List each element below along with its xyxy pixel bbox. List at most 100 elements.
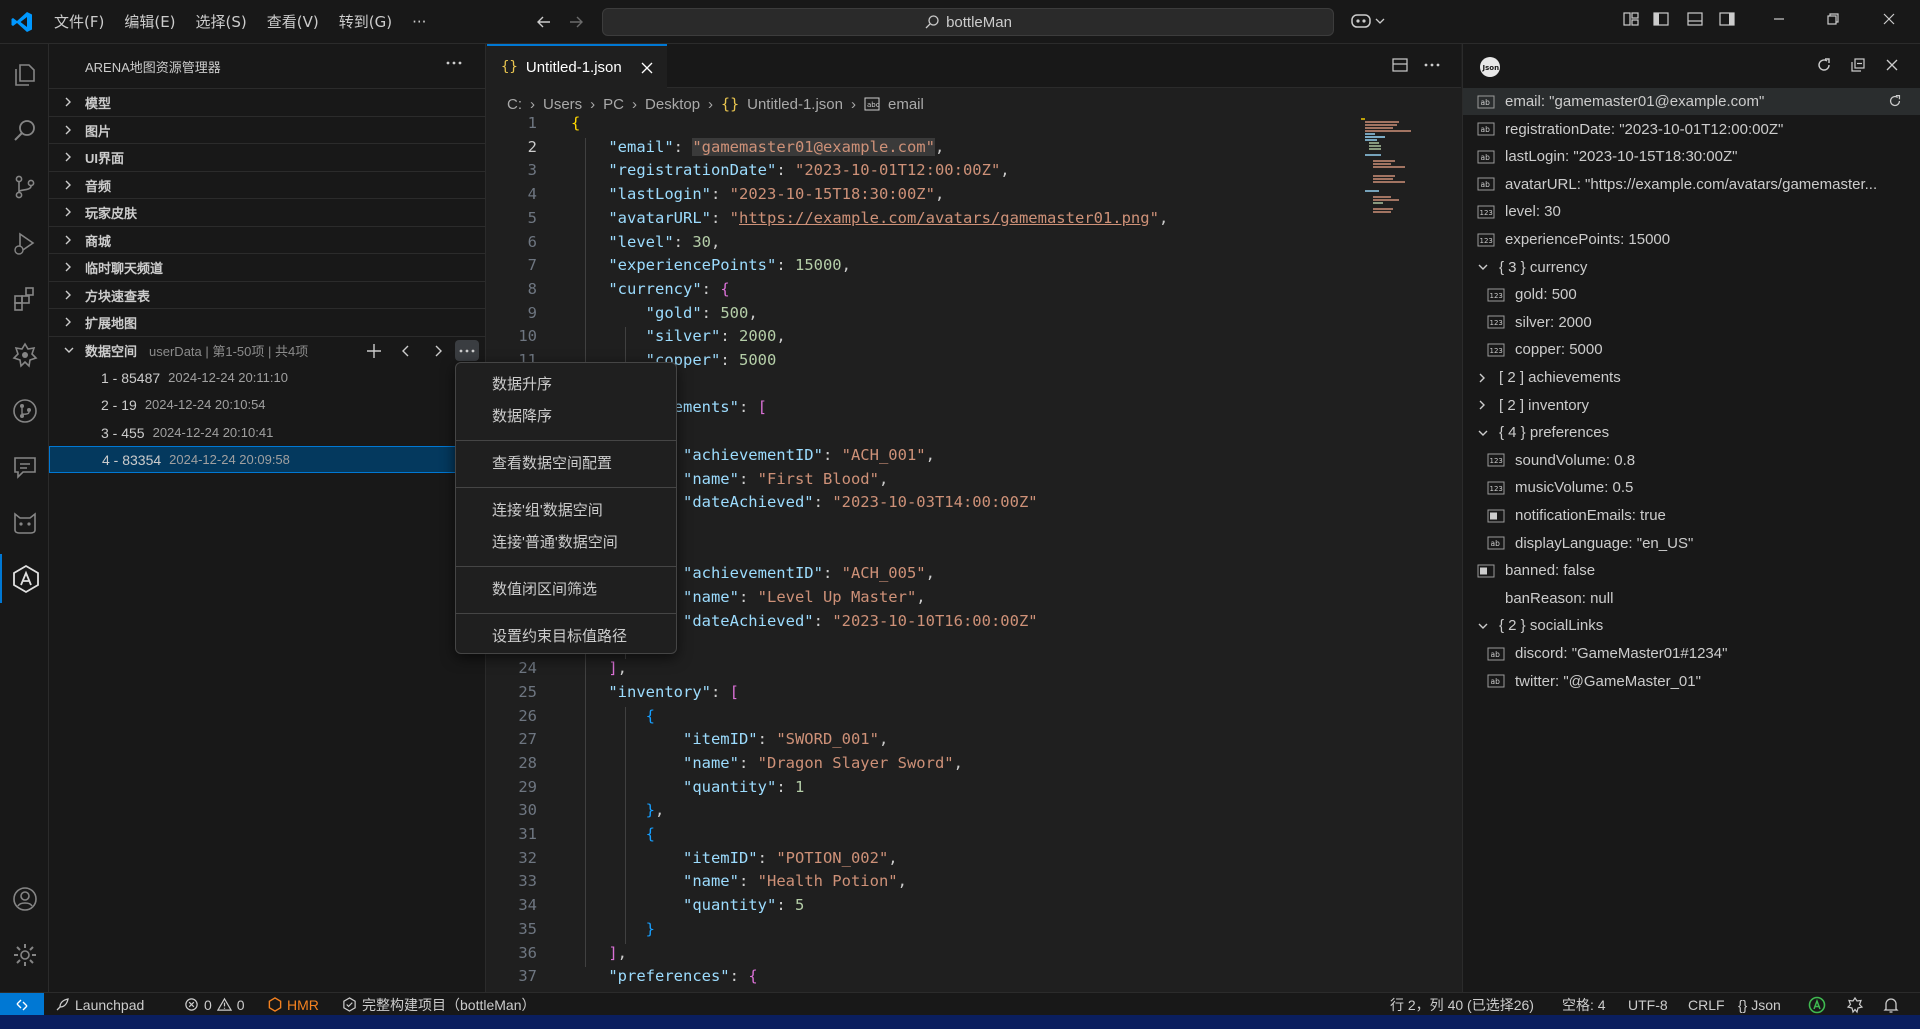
section-extended-maps[interactable]: 扩展地图 bbox=[49, 308, 486, 335]
git-graph-icon[interactable] bbox=[0, 386, 49, 435]
tree-row[interactable]: { 3 } currency bbox=[1463, 254, 1920, 281]
close-window-icon[interactable] bbox=[1880, 10, 1902, 32]
tree-row[interactable]: 123 soundVolume: 0.8 bbox=[1463, 447, 1920, 474]
row-refresh-icon[interactable] bbox=[1887, 93, 1903, 109]
menu-item-sort-desc[interactable]: 数据降序 bbox=[456, 401, 676, 433]
account-icon[interactable] bbox=[0, 874, 49, 923]
editor-more-icon[interactable] bbox=[1423, 56, 1441, 74]
chat-icon[interactable] bbox=[0, 442, 49, 491]
hmr-item[interactable]: HMR bbox=[268, 993, 319, 1016]
tree-row[interactable]: ab email: "gamemaster01@example.com" bbox=[1463, 88, 1920, 115]
menu-item-constraint-path[interactable]: 设置约束目标值路径 bbox=[456, 621, 676, 653]
section-player-skins[interactable]: 玩家皮肤 bbox=[49, 198, 486, 225]
source-control-icon[interactable] bbox=[0, 162, 49, 211]
tree-row[interactable]: banReason: null bbox=[1463, 585, 1920, 612]
tree-row[interactable]: { 2 } socialLinks bbox=[1463, 612, 1920, 639]
arena-status-icon[interactable] bbox=[1808, 993, 1826, 1016]
indentation[interactable]: 空格: 4 bbox=[1562, 993, 1606, 1016]
build-item[interactable]: 完整构建项目（bottleMan） bbox=[342, 993, 535, 1016]
cat-face-icon[interactable] bbox=[0, 498, 49, 547]
more-actions-icon[interactable] bbox=[445, 54, 463, 72]
tree-row[interactable]: { 4 } preferences bbox=[1463, 419, 1920, 446]
gear-puzzle-icon[interactable] bbox=[0, 330, 49, 379]
section-ui[interactable]: UI界面 bbox=[49, 143, 486, 170]
collapse-all-icon[interactable] bbox=[1849, 56, 1867, 74]
menu-view[interactable]: 查看(V) bbox=[257, 0, 329, 44]
minimize-icon[interactable] bbox=[1770, 10, 1792, 32]
menu-file[interactable]: 文件(F) bbox=[44, 0, 114, 44]
menu-item-connect-normal[interactable]: 连接'普通'数据空间 bbox=[456, 527, 676, 559]
breadcrumb-item[interactable]: email bbox=[888, 96, 924, 113]
menu-edit[interactable]: 编辑(E) bbox=[114, 0, 185, 44]
add-icon[interactable] bbox=[365, 342, 383, 360]
menu-item-view-config[interactable]: 查看数据空间配置 bbox=[456, 448, 676, 480]
tree-row[interactable]: [ 2 ] achievements bbox=[1463, 364, 1920, 391]
tab-untitled-json[interactable]: {} Untitled-1.json bbox=[487, 44, 667, 88]
launchpad-item[interactable]: Launchpad bbox=[54, 993, 144, 1016]
run-debug-icon[interactable] bbox=[0, 218, 49, 267]
tree-row[interactable]: ab avatarURL: "https://example.com/avatar… bbox=[1463, 171, 1920, 198]
section-audio[interactable]: 音频 bbox=[49, 171, 486, 198]
tree-row[interactable]: ab lastLogin: "2023-10-15T18:30:00Z" bbox=[1463, 143, 1920, 170]
section-images[interactable]: 图片 bbox=[49, 116, 486, 143]
tree-row[interactable]: banned: false bbox=[1463, 557, 1920, 584]
menu-item-sort-asc[interactable]: 数据升序 bbox=[456, 369, 676, 401]
encoding[interactable]: UTF-8 bbox=[1628, 993, 1668, 1016]
chevron-right-icon[interactable] bbox=[1477, 372, 1493, 384]
copilot-icon[interactable] bbox=[1350, 10, 1385, 32]
gear-puzzle-status-icon[interactable] bbox=[1846, 993, 1864, 1016]
tree-row[interactable]: ab twitter: "@GameMaster_01" bbox=[1463, 668, 1920, 695]
tree-row[interactable]: 123 level: 30 bbox=[1463, 198, 1920, 225]
section-temp-chat[interactable]: 临时聊天频道 bbox=[49, 253, 486, 280]
refresh-icon[interactable] bbox=[1815, 56, 1833, 74]
tree-row[interactable]: ab displayLanguage: "en_US" bbox=[1463, 530, 1920, 557]
menu-more[interactable]: ··· bbox=[402, 0, 436, 44]
close-panel-icon[interactable] bbox=[1883, 56, 1901, 74]
previous-page-icon[interactable] bbox=[397, 342, 415, 360]
toggle-primary-sidebar-icon[interactable] bbox=[1652, 10, 1674, 32]
next-page-icon[interactable] bbox=[429, 342, 447, 360]
chevron-down-icon[interactable] bbox=[1477, 262, 1493, 272]
language-mode[interactable]: {} Json bbox=[1738, 993, 1781, 1016]
tree-row[interactable]: ab discord: "GameMaster01#1234" bbox=[1463, 640, 1920, 667]
dataspace-row[interactable]: 3 - 455 2024-12-24 20:10:41 bbox=[49, 419, 486, 446]
toggle-panel-icon[interactable] bbox=[1686, 10, 1708, 32]
chevron-down-icon[interactable] bbox=[1477, 428, 1493, 438]
tree-row[interactable]: ab registrationDate: "2023-10-01T12:00:00… bbox=[1463, 116, 1920, 143]
extensions-icon[interactable] bbox=[0, 274, 49, 323]
chevron-down-icon[interactable] bbox=[1477, 621, 1493, 631]
breadcrumb-item[interactable]: Desktop bbox=[645, 96, 700, 113]
menu-item-range-filter[interactable]: 数值闭区间筛选 bbox=[456, 574, 676, 606]
toggle-secondary-sidebar-icon[interactable] bbox=[1718, 10, 1740, 32]
dataspace-row[interactable]: 2 - 19 2024-12-24 20:10:54 bbox=[49, 391, 486, 418]
breadcrumb-item[interactable]: PC bbox=[603, 96, 624, 113]
breadcrumb-item[interactable]: Untitled-1.json bbox=[747, 96, 843, 113]
tree-row[interactable]: 123 silver: 2000 bbox=[1463, 309, 1920, 336]
remote-icon[interactable] bbox=[0, 993, 44, 1016]
dataspace-more-icon[interactable] bbox=[455, 340, 479, 361]
menu-selection[interactable]: 选择(S) bbox=[186, 0, 257, 44]
search-view-icon[interactable] bbox=[0, 106, 49, 155]
tree-row[interactable]: 123 copper: 5000 bbox=[1463, 336, 1920, 363]
arena-icon[interactable] bbox=[0, 554, 49, 603]
forward-arrow-icon[interactable] bbox=[566, 12, 586, 32]
cursor-position[interactable]: 行 2，列 40 (已选择26) bbox=[1390, 993, 1534, 1016]
tree-row[interactable]: notificationEmails: true bbox=[1463, 502, 1920, 529]
problems-item[interactable]: 0 0 bbox=[184, 993, 245, 1016]
explorer-icon[interactable] bbox=[0, 50, 49, 99]
close-tab-icon[interactable] bbox=[639, 60, 655, 76]
tree-row[interactable]: 123 gold: 500 bbox=[1463, 281, 1920, 308]
split-editor-icon[interactable] bbox=[1391, 56, 1409, 74]
restore-icon[interactable] bbox=[1824, 10, 1846, 32]
section-models[interactable]: 模型 bbox=[49, 88, 486, 115]
section-shop[interactable]: 商城 bbox=[49, 226, 486, 253]
settings-gear-icon[interactable] bbox=[0, 930, 49, 979]
tree-row[interactable]: [ 2 ] inventory bbox=[1463, 392, 1920, 419]
dataspace-row[interactable]: 1 - 85487 2024-12-24 20:11:10 bbox=[49, 364, 486, 391]
customize-layout-icon[interactable] bbox=[1622, 10, 1644, 32]
minimap[interactable] bbox=[1359, 116, 1419, 216]
notifications-icon[interactable] bbox=[1882, 993, 1900, 1016]
back-arrow-icon[interactable] bbox=[534, 12, 554, 32]
tree-row[interactable]: 123 musicVolume: 0.5 bbox=[1463, 474, 1920, 501]
line-ending[interactable]: CRLF bbox=[1688, 993, 1725, 1016]
